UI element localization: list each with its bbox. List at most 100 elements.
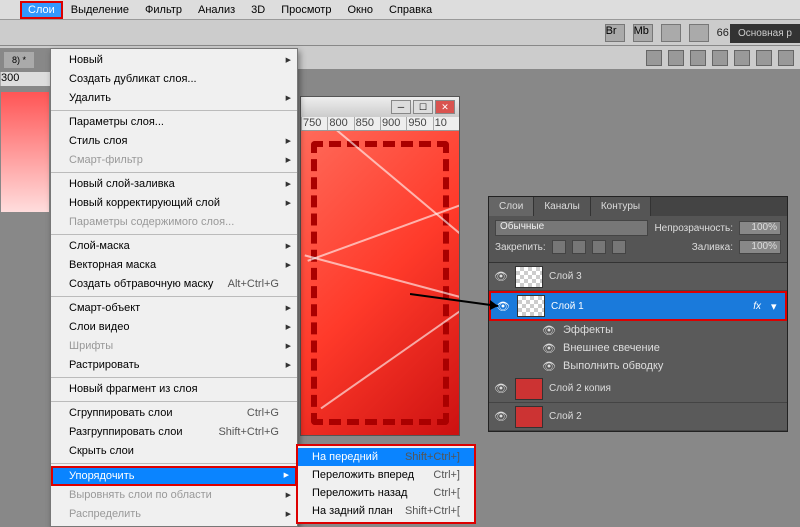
sidebar-thumbnail [1,92,49,212]
menu-analysis[interactable]: Анализ [190,1,243,19]
align-icon[interactable] [756,50,772,66]
menu-item[interactable]: Сгруппировать слоиCtrl+G [51,404,297,423]
ruler-tick: 750 [301,117,327,130]
tab-layers[interactable]: Слои [489,197,534,216]
align-icon[interactable] [646,50,662,66]
menu-item[interactable]: Создать дубликат слоя... [51,70,297,89]
menu-selection[interactable]: Выделение [63,1,137,19]
window-titlebar: ─ ☐ ✕ [301,97,459,117]
lock-pixels-icon[interactable] [572,240,586,254]
effects-header[interactable]: 👁Эффекты [489,321,787,339]
annotation-arrow [410,292,500,312]
align-icon[interactable] [712,50,728,66]
menu-item[interactable]: Стиль слоя [51,132,297,151]
toolbar-btn-grid[interactable] [689,24,709,42]
document-window: ─ ☐ ✕ 750 800 850 900 950 10 [300,96,460,436]
fill-input[interactable]: 100% [739,240,781,254]
close-button[interactable]: ✕ [435,100,455,114]
menu-item: Выровнять слои по области [51,486,297,505]
menu-item[interactable]: Новый [51,51,297,70]
layer-thumbnail [517,295,545,317]
menu-filter[interactable]: Фильтр [137,1,190,19]
menu-item: Смарт-фильтр [51,151,297,170]
menu-item[interactable]: Новый слой-заливка [51,175,297,194]
align-icon[interactable] [668,50,684,66]
menu-item[interactable]: Скрыть слои [51,442,297,461]
toolbar-btn-br[interactable]: Br [605,24,625,42]
menu-item[interactable]: Удалить [51,89,297,108]
visibility-toggle[interactable]: 👁 [493,410,509,423]
menu-item[interactable]: Разгруппировать слоиShift+Ctrl+G [51,423,297,442]
fx-badge: fx [753,301,765,312]
submenu-item[interactable]: На задний планShift+Ctrl+[ [298,502,474,520]
distribute-icon[interactable] [778,50,794,66]
align-icon[interactable] [734,50,750,66]
ruler-tick: 850 [354,117,380,130]
ruler-tick: 950 [406,117,432,130]
menu-item[interactable]: Новый фрагмент из слоя [51,380,297,399]
effect-item[interactable]: 👁Внешнее свечение [489,339,787,357]
chevron-down-icon[interactable]: ▾ [771,300,781,313]
menu-item[interactable]: Векторная маска [51,256,297,275]
app-toolbar: Br Mb 66,7 [0,20,800,46]
layers-menu-dropdown: НовыйСоздать дубликат слоя...Удалить Пара… [50,48,298,527]
layer-row[interactable]: 👁 Слой 3 [489,263,787,291]
tab-paths[interactable]: Контуры [591,197,651,216]
menu-layers[interactable]: Слои [20,1,63,19]
menu-item[interactable]: Упорядочить [51,466,297,486]
toolbar-btn-screen[interactable] [661,24,681,42]
layer-row[interactable]: 👁Слой 1fx▾ [489,291,787,321]
menu-item[interactable]: Новый корректирующий слой [51,194,297,213]
tab-channels[interactable]: Каналы [534,197,591,216]
layer-thumbnail [515,406,543,428]
opacity-label: Непрозрачность: [654,223,733,234]
toolbar-btn-mb[interactable]: Mb [633,24,653,42]
layer-name[interactable]: Слой 1 [551,301,747,312]
arrange-submenu: На передний планShift+Ctrl+]Переложить в… [296,444,476,524]
layer-name[interactable]: Слой 2 копия [549,383,783,394]
menu-item[interactable]: Параметры слоя... [51,113,297,132]
maximize-button[interactable]: ☐ [413,100,433,114]
layer-row[interactable]: 👁 Слой 2 [489,403,787,431]
fill-label: Заливка: [692,242,733,253]
minimize-button[interactable]: ─ [391,100,411,114]
align-icon[interactable] [690,50,706,66]
menu-window[interactable]: Окно [339,1,381,19]
lock-all-icon[interactable] [612,240,626,254]
visibility-toggle[interactable]: 👁 [493,270,509,283]
layer-name[interactable]: Слой 3 [549,271,783,282]
layer-thumbnail [515,378,543,400]
ruler-tick: 900 [380,117,406,130]
menu-item[interactable]: Создать обтравочную маскуAlt+Ctrl+G [51,275,297,294]
ruler-tick: 300 [0,72,50,86]
menubar: Слои Выделение Фильтр Анализ 3D Просмотр… [0,0,800,20]
opacity-input[interactable]: 100% [739,221,781,235]
submenu-item[interactable]: Переложить назадCtrl+[ [298,484,474,502]
submenu-item[interactable]: На передний планShift+Ctrl+] [298,448,474,466]
workspace-label[interactable]: Основная р [730,24,800,43]
visibility-toggle[interactable]: 👁 [493,382,509,395]
lock-position-icon[interactable] [592,240,606,254]
lock-transparency-icon[interactable] [552,240,566,254]
menu-item[interactable]: Слои видео [51,318,297,337]
ruler-tick: 800 [327,117,353,130]
menu-view[interactable]: Просмотр [273,1,339,19]
doc-tab[interactable]: 8) * [4,52,34,68]
layer-name[interactable]: Слой 2 [549,411,783,422]
layer-row[interactable]: 👁 Слой 2 копия [489,375,787,403]
effect-item[interactable]: 👁Выполнить обводку [489,357,787,375]
layers-panel: Слои Каналы Контуры Обычные Непрозрачнос… [488,196,788,432]
menu-3d[interactable]: 3D [243,1,273,19]
menu-item[interactable]: Смарт-объект [51,299,297,318]
submenu-item[interactable]: Переложить впередCtrl+] [298,466,474,484]
menu-item: Распределить [51,505,297,524]
menu-item[interactable]: Слой-маска [51,237,297,256]
blend-mode-select[interactable]: Обычные [495,220,648,236]
horizontal-ruler: 750 800 850 900 950 10 [301,117,459,131]
layer-thumbnail [515,266,543,288]
left-sidebar: 8) * 300 [0,48,50,508]
menu-item[interactable]: Растрировать [51,356,297,375]
layers-list: 👁 Слой 3 👁 Слой 1 fx ▾ 👁Эффекты👁Внешнее свечен… [489,263,787,431]
menu-help[interactable]: Справка [381,1,440,19]
canvas[interactable] [301,131,459,435]
